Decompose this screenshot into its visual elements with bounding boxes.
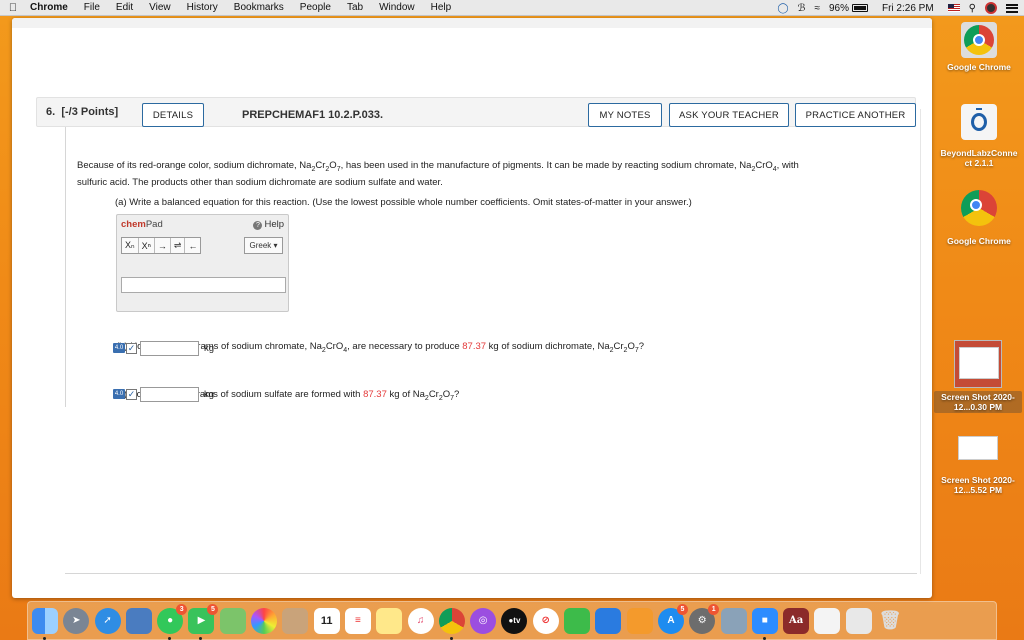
question-intro-line2: sulfuric acid. The products other than s… [77, 177, 443, 188]
part-b-unit: kg [204, 342, 215, 354]
chrome-dock-icon[interactable] [438, 607, 465, 640]
safari-icon[interactable]: ➚ [94, 607, 121, 634]
photos-icon[interactable] [251, 607, 278, 634]
app-menu[interactable]: Chrome [26, 2, 76, 13]
chrome-icon [961, 22, 997, 58]
menu-view[interactable]: View [141, 2, 179, 13]
panel-border-bottom [65, 573, 917, 574]
part-b-answer-input[interactable] [140, 340, 199, 356]
screenshot-dock-icon[interactable] [845, 607, 872, 634]
right-arrow-button[interactable]: → [155, 238, 171, 253]
zoom-icon[interactable]: ■ [751, 607, 778, 640]
photo-booth-icon[interactable] [125, 607, 152, 634]
input-source-flag-icon[interactable] [947, 4, 960, 12]
menu-bar:  Chrome File Edit View History Bookmark… [0, 0, 1024, 16]
maps-icon[interactable] [219, 607, 246, 634]
beyondlabz-icon [961, 104, 997, 140]
textedit-icon[interactable] [814, 607, 841, 634]
greek-dropdown[interactable]: Greek ▾ [244, 237, 283, 254]
my-notes-button[interactable]: MY NOTES [588, 103, 662, 127]
menu-file[interactable]: File [76, 2, 108, 13]
menu-bookmarks[interactable]: Bookmarks [226, 2, 292, 13]
notification-center-icon[interactable] [1006, 3, 1018, 13]
screenshot-icon [954, 426, 1002, 474]
numbers-icon[interactable] [564, 607, 591, 634]
notes-icon[interactable] [376, 607, 403, 634]
desktop-icon-chrome-2[interactable]: Google Chrome [940, 190, 1018, 246]
menu-history[interactable]: History [179, 2, 226, 13]
question-number: 6. [-/3 Points] [46, 106, 119, 118]
chempad-editor: chemPad ? Help Xₙ Xⁿ → ⇌ ← Greek ▾ [116, 214, 289, 312]
menu-tab[interactable]: Tab [339, 2, 371, 13]
question-code: PREPCHEMAF1 10.2.P.033. [242, 109, 384, 121]
sig-figs-badge: 4.0 [113, 343, 125, 353]
menu-people[interactable]: People [292, 2, 339, 13]
left-arrow-button[interactable]: ← [185, 238, 200, 253]
details-button[interactable]: DETAILS [142, 103, 204, 127]
launchpad-icon[interactable]: ➤ [63, 607, 90, 634]
finder-icon[interactable] [32, 607, 58, 640]
beyondlabz-status-icon[interactable]: ◯ [777, 3, 788, 14]
desktop-icon-screenshot-1[interactable]: Screen Shot 2020-12...0.30 PM [934, 340, 1022, 413]
practice-another-button[interactable]: PRACTICE ANOTHER [795, 103, 916, 127]
battery-icon[interactable] [851, 4, 868, 12]
part-c-unit: kg [204, 388, 215, 400]
wifi-icon[interactable]: ≈ [814, 3, 820, 14]
check-icon: ✓ [126, 388, 137, 400]
siri-icon[interactable] [985, 2, 997, 14]
bluetooth-icon[interactable]: ℬ [798, 3, 806, 14]
dock: ➤ ➚ ● 3 ▶ 5 11 ≡ ♫ ◎ ●tv ⊘ A5 ⚙ 1 ■ Aa 🗑 [27, 601, 997, 640]
ask-your-teacher-button[interactable]: ASK YOUR TEACHER [669, 103, 789, 127]
part-b-answer-row: 4.0 ✓ kg [113, 340, 214, 356]
check-icon: ✓ [126, 342, 137, 354]
trash-icon[interactable]: 🗑 [877, 608, 903, 634]
menu-help[interactable]: Help [423, 2, 460, 13]
part-c-answer-input[interactable] [140, 386, 199, 402]
panel-border-right [920, 109, 921, 574]
desktop-icon-chrome[interactable]: Google Chrome [940, 22, 1018, 72]
podcasts-icon[interactable]: ◎ [470, 607, 497, 634]
clock[interactable]: Fri 2:26 PM [882, 3, 934, 14]
equilibrium-arrow-button[interactable]: ⇌ [171, 238, 186, 253]
calendar-icon[interactable]: 11 [313, 607, 340, 634]
pages-icon[interactable] [626, 607, 653, 634]
tv-icon[interactable]: ●tv [501, 607, 528, 634]
part-b-value: 87.37 [462, 341, 487, 352]
chrome-icon [961, 190, 997, 226]
question-header: 6. [-/3 Points] DETAILS PREPCHEMAF1 10.2… [36, 97, 916, 127]
part-a-prompt: (a) Write a balanced equation for this r… [115, 197, 692, 208]
desktop-icon-screenshot-2[interactable]: Screen Shot 2020-12...5.52 PM [934, 426, 1022, 495]
status-menus: ◯ ℬ ≈ 96% Fri 2:26 PM ⚲ [768, 0, 1024, 16]
chempad-answer-input[interactable] [121, 277, 286, 293]
battery-percent[interactable]: 96% [829, 3, 849, 14]
news-icon[interactable]: ⊘ [532, 607, 559, 634]
menu-edit[interactable]: Edit [108, 2, 141, 13]
menu-window[interactable]: Window [371, 2, 423, 13]
subscript-button[interactable]: Xₙ [122, 238, 139, 253]
chempad-help-button[interactable]: ? Help [253, 219, 284, 230]
app-store-icon[interactable]: A5 [657, 603, 688, 634]
sig-figs-badge: 4.0 [113, 389, 125, 399]
apple-menu-icon[interactable]:  [0, 2, 26, 14]
desktop-icon-beyondlabz[interactable]: BeyondLabzConne ct 2.1.1 [936, 104, 1022, 168]
help-icon: ? [253, 221, 263, 230]
part-c-answer-row: 4.0 ✓ kg [113, 386, 214, 402]
part-c-value: 87.37 [363, 389, 387, 400]
superscript-button[interactable]: Xⁿ [139, 238, 155, 253]
spotlight-search-icon[interactable]: ⚲ [969, 3, 976, 14]
window-top-strip [12, 18, 932, 28]
dictionary-icon[interactable]: Aa [783, 607, 810, 634]
messages-icon[interactable]: ● 3 [157, 603, 188, 640]
contacts-icon[interactable] [282, 607, 309, 634]
chempad-title: chemPad [121, 219, 163, 230]
system-preferences-icon[interactable]: ⚙ 1 [689, 603, 720, 634]
chempad-toolbar: Xₙ Xⁿ → ⇌ ← [121, 237, 202, 254]
reminders-icon[interactable]: ≡ [344, 607, 371, 634]
music-icon[interactable]: ♫ [407, 607, 434, 634]
screenshot-icon [954, 340, 1002, 388]
browser-window: 6. [-/3 Points] DETAILS PREPCHEMAF1 10.2… [12, 18, 932, 598]
keynote-icon[interactable] [595, 607, 622, 634]
facetime-icon[interactable]: ▶ 5 [188, 603, 219, 640]
preview-icon[interactable] [720, 607, 747, 634]
